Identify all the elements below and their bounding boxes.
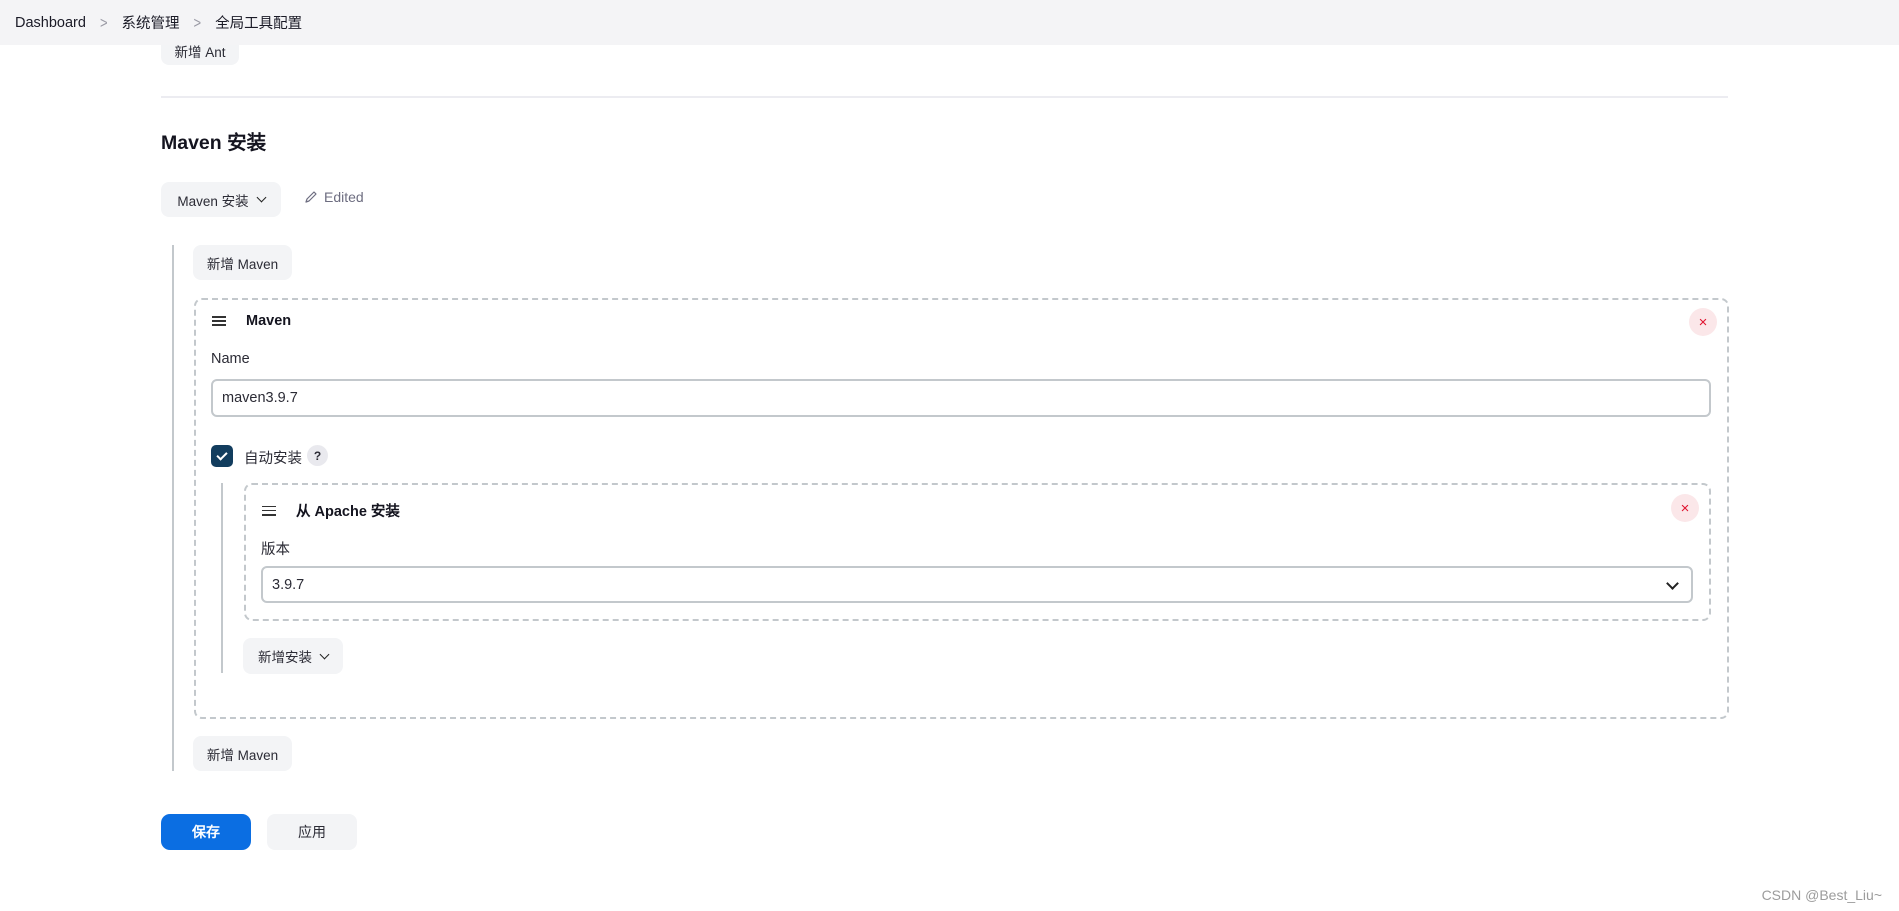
edited-indicator: Edited: [304, 189, 364, 205]
chevron-down-icon: [319, 649, 330, 659]
dropdown-label: Maven 安装: [177, 193, 249, 209]
delete-maven-button[interactable]: ×: [1689, 308, 1717, 336]
chevron-down-icon: [256, 192, 267, 203]
add-installer-label: 新增安装: [258, 650, 312, 665]
chevron-right-icon: >: [193, 13, 202, 32]
save-label: 保存: [192, 824, 220, 840]
checkmark-icon: [216, 448, 228, 461]
add-maven-label: 新增 Maven: [206, 747, 279, 763]
chevron-right-icon: >: [99, 13, 108, 32]
name-value: maven3.9.7: [222, 390, 298, 406]
breadcrumb-system-management[interactable]: 系统管理: [122, 12, 180, 33]
save-button[interactable]: 保存: [161, 814, 251, 850]
maven-card-header: Maven: [212, 313, 291, 329]
add-installer-button[interactable]: 新增安装: [243, 638, 343, 674]
name-input[interactable]: maven3.9.7: [211, 379, 1711, 417]
installer-card-title: 从 Apache 安装: [296, 504, 400, 520]
version-select[interactable]: 3.9.7: [261, 566, 1693, 603]
name-label: Name: [211, 351, 250, 367]
section-title: Maven 安装: [161, 132, 267, 154]
close-icon: ×: [1698, 313, 1708, 331]
apply-label: 应用: [298, 824, 326, 840]
delete-installer-button[interactable]: ×: [1671, 494, 1699, 522]
version-value: 3.9.7: [272, 576, 305, 593]
breadcrumb-global-tool-config[interactable]: 全局工具配置: [215, 12, 302, 33]
apply-button[interactable]: 应用: [267, 814, 357, 850]
close-icon: ×: [1680, 499, 1690, 517]
chevron-down-icon: [1666, 577, 1679, 590]
pencil-icon: [305, 191, 317, 203]
drag-handle-icon[interactable]: [212, 316, 226, 326]
add-maven-button-bottom[interactable]: 新增 Maven: [193, 736, 292, 771]
auto-install-label: 自动安装: [244, 451, 302, 467]
installer-card-header: 从 Apache 安装: [262, 500, 400, 521]
outer-guide-line: [172, 245, 174, 771]
maven-install-dropdown[interactable]: Maven 安装: [161, 182, 281, 217]
breadcrumb-dashboard[interactable]: Dashboard: [15, 15, 86, 31]
watermark: CSDN @Best_Liu~: [1761, 887, 1882, 903]
section-divider: [161, 96, 1728, 98]
version-label: 版本: [261, 542, 290, 558]
breadcrumb-bar: Dashboard > 系统管理 > 全局工具配置: [0, 0, 1899, 45]
edited-label: Edited: [324, 189, 364, 205]
add-maven-label: 新增 Maven: [206, 256, 279, 272]
inner-guide-line: [221, 483, 223, 673]
drag-handle-icon[interactable]: [262, 505, 276, 516]
add-maven-button-top[interactable]: 新增 Maven: [193, 245, 292, 280]
auto-install-checkbox[interactable]: [211, 445, 233, 467]
maven-card-title: Maven: [246, 313, 292, 329]
help-icon[interactable]: ?: [307, 445, 328, 466]
